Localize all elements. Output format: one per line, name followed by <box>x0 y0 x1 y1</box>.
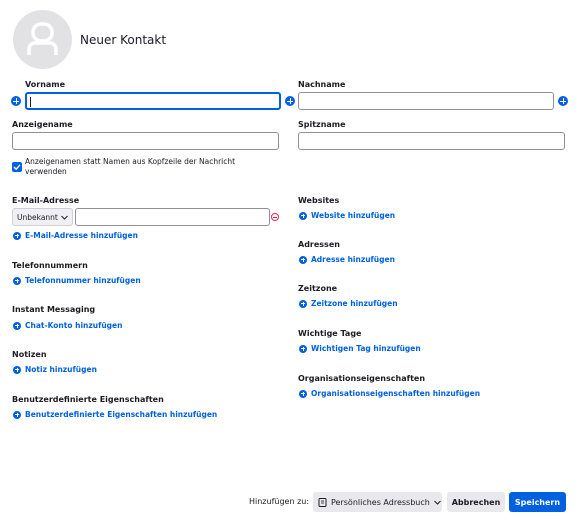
plus-icon <box>13 410 21 419</box>
add-email-link[interactable]: E-Mail-Adresse hinzufügen <box>13 231 138 240</box>
addressbook-icon <box>318 497 327 507</box>
person-icon <box>27 22 58 55</box>
last-name-input[interactable] <box>298 92 554 110</box>
add-chat-account-label: Chat-Konto hinzufügen <box>25 321 123 330</box>
websites-section-label: Websites <box>298 196 340 205</box>
addressbook-select[interactable]: Persönliches Adressbuch <box>313 492 442 512</box>
add-date-link[interactable]: Wichtigen Tag hinzufügen <box>299 344 421 353</box>
add-custom-label: Benutzerdefinierte Eigenschaften hinzufü… <box>25 410 218 419</box>
display-name-label: Anzeigename <box>12 120 73 129</box>
add-date-label: Wichtigen Tag hinzufügen <box>311 344 421 353</box>
nickname-input[interactable] <box>298 132 565 150</box>
email-input[interactable] <box>75 208 270 226</box>
timezone-section-label: Zeitzone <box>298 284 338 293</box>
add-chat-account-link[interactable]: Chat-Konto hinzufügen <box>13 321 122 330</box>
display-name-input[interactable] <box>12 132 279 150</box>
add-website-label: Website hinzufügen <box>311 211 396 220</box>
plus-icon <box>13 276 21 285</box>
add-name-prefix-button[interactable] <box>11 96 21 106</box>
prefer-display-name-checkbox[interactable] <box>12 162 22 172</box>
add-to-label: Hinzufügen zu: <box>249 497 310 506</box>
last-name-label: Nachname <box>298 80 346 89</box>
email-section-label: E-Mail-Adresse <box>12 196 80 205</box>
cancel-button[interactable]: Abbrechen <box>447 492 505 512</box>
remove-email-icon[interactable] <box>271 213 279 221</box>
avatar[interactable] <box>13 10 72 69</box>
nickname-label: Spitzname <box>298 120 346 129</box>
plus-icon <box>299 255 307 264</box>
add-address-label: Adresse hinzufügen <box>311 255 395 264</box>
im-section-label: Instant Messaging <box>12 305 96 314</box>
chevron-down-icon <box>433 500 441 505</box>
add-middle-name-button[interactable] <box>285 96 295 106</box>
checkmark-icon <box>13 164 21 171</box>
add-email-label: E-Mail-Adresse hinzufügen <box>25 231 138 240</box>
add-phone-link[interactable]: Telefonnummer hinzufügen <box>13 276 141 285</box>
save-button[interactable]: Speichern <box>509 492 566 512</box>
add-website-link[interactable]: Website hinzufügen <box>299 211 395 220</box>
chevron-down-icon <box>61 215 68 220</box>
add-name-suffix-button[interactable] <box>558 96 568 106</box>
dates-section-label: Wichtige Tage <box>298 329 362 338</box>
plus-icon <box>13 321 21 330</box>
add-timezone-link[interactable]: Zeitzone hinzufügen <box>299 299 398 308</box>
add-note-label: Notiz hinzufügen <box>25 365 97 374</box>
notes-section-label: Notizen <box>12 350 47 359</box>
plus-icon <box>299 344 307 353</box>
page-title: Neuer Kontakt <box>80 33 167 47</box>
prefer-display-name-label: Anzeigenamen statt Namen aus Kopfzeile d… <box>25 157 236 176</box>
text-caret <box>30 97 31 107</box>
first-name-input[interactable] <box>25 92 281 110</box>
org-section-label: Organisationseigenschaften <box>298 374 426 383</box>
add-timezone-label: Zeitzone hinzufügen <box>311 299 398 308</box>
add-org-link[interactable]: Organisationseigenschaften hinzufügen <box>299 389 480 398</box>
first-name-label: Vorname <box>25 80 66 89</box>
addresses-section-label: Adressen <box>298 240 340 249</box>
add-note-link[interactable]: Notiz hinzufügen <box>13 365 97 374</box>
plus-icon <box>299 389 307 398</box>
plus-icon <box>13 231 21 240</box>
add-address-link[interactable]: Adresse hinzufügen <box>299 255 395 264</box>
addressbook-value: Persönliches Adressbuch <box>331 497 430 507</box>
custom-section-label: Benutzerdefinierte Eigenschaften <box>12 395 164 404</box>
email-type-select[interactable]: Unbekannt <box>12 208 73 226</box>
email-type-value: Unbekannt <box>17 212 58 222</box>
add-custom-link[interactable]: Benutzerdefinierte Eigenschaften hinzufü… <box>13 410 217 419</box>
add-org-label: Organisationseigenschaften hinzufügen <box>311 389 481 398</box>
plus-icon <box>13 365 21 374</box>
plus-icon <box>299 211 307 220</box>
add-phone-label: Telefonnummer hinzufügen <box>25 276 141 285</box>
plus-icon <box>299 299 307 308</box>
phone-section-label: Telefonnummern <box>12 261 88 270</box>
